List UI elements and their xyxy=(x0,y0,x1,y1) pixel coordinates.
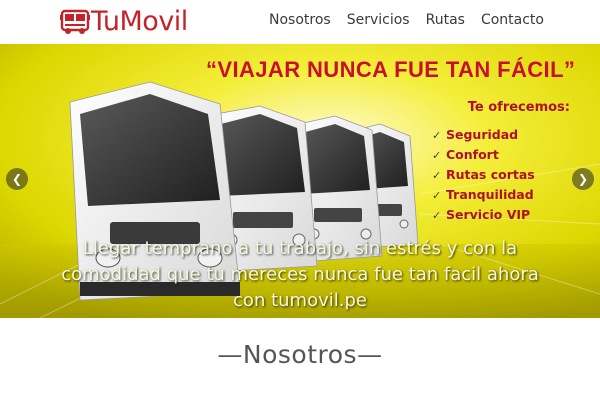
hero-title: “VIAJAR NUNCA FUE TAN FÁCIL” xyxy=(206,57,576,82)
nav-item-rutas[interactable]: Rutas xyxy=(426,12,465,28)
site-header: TuMovil Nosotros Servicios Rutas Contact… xyxy=(0,0,600,44)
offer-title: Te ofrecemos: xyxy=(467,100,570,115)
slider-next-button[interactable]: ❯ xyxy=(572,168,594,190)
offer-label: Rutas cortas xyxy=(446,167,535,182)
list-item: ✓ Servicio VIP xyxy=(432,205,582,225)
brand-name: TuMovil xyxy=(91,6,188,37)
brand-logo[interactable]: TuMovil xyxy=(60,5,188,39)
list-item: ✓ Confort xyxy=(432,145,582,165)
nav-item-contacto[interactable]: Contacto xyxy=(481,12,544,28)
offer-label: Confort xyxy=(446,147,499,162)
main-nav: Nosotros Servicios Rutas Contacto xyxy=(269,12,544,28)
hero-caption-line: con tumovil.pe xyxy=(233,290,367,311)
chevron-left-icon: ❮ xyxy=(11,172,23,186)
check-icon: ✓ xyxy=(432,189,442,202)
offer-box: Te ofrecemos: ✓ Seguridad ✓ Confort ✓ Rutas… xyxy=(432,100,582,225)
nav-item-nosotros[interactable]: Nosotros xyxy=(269,12,331,28)
nav-item-servicios[interactable]: Servicios xyxy=(347,12,410,28)
slider-prev-button[interactable]: ❮ xyxy=(6,168,28,190)
list-item: ✓ Tranquilidad xyxy=(432,185,582,205)
check-icon: ✓ xyxy=(432,169,442,182)
hero-slider: “VIAJAR NUNCA FUE TAN FÁCIL” Te ofrecemo… xyxy=(0,44,600,318)
offer-list: ✓ Seguridad ✓ Confort ✓ Rutas cortas ✓ Tranq… xyxy=(432,125,582,225)
offer-label: Tranquilidad xyxy=(446,187,534,202)
hero-caption: Llegar temprano a tu trabajo, sin estrés… xyxy=(40,236,560,314)
check-icon: ✓ xyxy=(432,129,442,142)
page: TuMovil Nosotros Servicios Rutas Contact… xyxy=(0,0,600,400)
check-icon: ✓ xyxy=(432,149,442,162)
chevron-right-icon: ❯ xyxy=(577,172,589,186)
hero-caption-line: Llegar temprano a tu trabajo, sin estrés… xyxy=(82,238,518,259)
hero-caption-line: comodidad que tu mereces nunca fue tan f… xyxy=(61,264,539,285)
section-heading-nosotros: —Nosotros— xyxy=(217,340,383,369)
list-item: ✓ Seguridad xyxy=(432,125,582,145)
check-icon: ✓ xyxy=(432,209,442,222)
bus-icon xyxy=(60,9,90,34)
offer-label: Seguridad xyxy=(446,127,519,142)
list-item: ✓ Rutas cortas xyxy=(432,165,582,185)
offer-label: Servicio VIP xyxy=(446,207,531,222)
